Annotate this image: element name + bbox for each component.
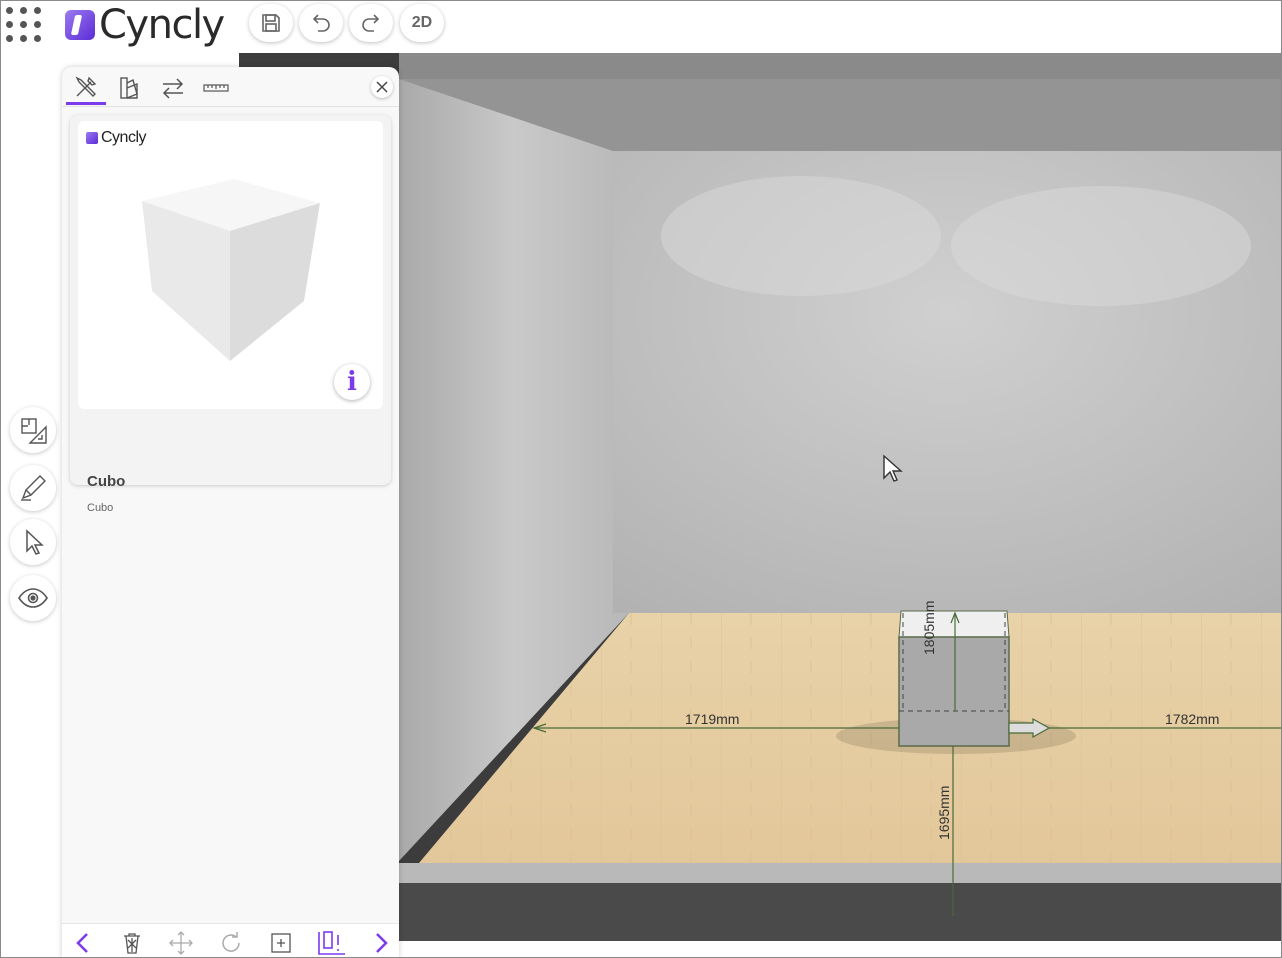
visibility-tool-button[interactable] [10,575,56,621]
logo-mark-icon [65,10,95,40]
info-button[interactable]: i [334,364,370,400]
add-item-button[interactable] [266,928,296,957]
dimension-height-label: 1805mm [921,600,937,655]
chevron-left-icon [76,933,88,953]
pencil-icon [21,475,46,501]
floorplan-tool-button[interactable] [10,407,56,453]
redo-icon [362,14,380,32]
cube-thumbnail [142,179,320,361]
apps-grid-icon[interactable] [4,5,44,45]
dimension-right-label: 1782mm [1165,711,1220,727]
palette-icon [120,77,138,99]
dimension-front-label: 1695mm [936,785,952,840]
tab-swap[interactable] [153,71,193,105]
draw-tool-button[interactable] [10,465,56,511]
close-panel-button[interactable] [371,76,393,98]
redo-button[interactable] [349,4,393,42]
floorplan-icon [21,418,47,444]
pointer-icon [26,529,44,555]
product-subtitle: Cubo [87,502,114,514]
cube-object[interactable] [898,610,1010,747]
next-button[interactable] [366,928,396,957]
move-button[interactable] [166,928,196,957]
top-bar: Cyncly 2D [1,1,1281,53]
app-window: Cyncly 2D 1719mm 1782mm 1805mm 1695mm Cy… [0,0,1282,958]
logo-mark-icon [86,132,98,144]
rotate-icon [222,932,240,952]
align-icon [318,931,345,955]
info-icon: i [347,367,357,397]
swap-icon [162,78,184,99]
trash-icon [124,933,140,954]
delete-button[interactable] [117,928,147,957]
tools-icon [75,75,97,97]
tab-tools[interactable] [66,71,106,105]
chevron-right-icon [376,933,388,953]
panel-tabs [62,67,399,107]
product-image: Cyncly i [78,121,383,409]
add-icon [271,933,291,953]
catalog-panel: Cyncly i Cubo Cubo [62,67,399,957]
select-tool-button[interactable] [10,519,56,565]
product-title: Cubo [87,473,126,490]
close-icon [376,81,388,93]
align-button[interactable] [314,928,350,957]
product-brand: Cyncly [101,129,147,146]
panel-action-bar [62,923,399,957]
mouse-cursor-icon [883,454,903,482]
brand-name: Cyncly [99,2,225,48]
move-icon [169,931,193,955]
undo-button[interactable] [299,4,343,42]
undo-icon [312,14,330,32]
dimension-left-label: 1719mm [685,711,740,727]
ruler-icon [203,84,229,92]
tab-materials[interactable] [110,71,150,105]
save-icon [262,14,280,32]
view-2d-button[interactable]: 2D [400,4,444,42]
product-brand-logo: Cyncly [86,129,147,147]
tab-measure[interactable] [196,71,236,105]
previous-button[interactable] [68,928,98,957]
rotate-button[interactable] [216,928,246,957]
save-button[interactable] [249,4,293,42]
eye-icon [18,588,48,608]
product-card[interactable]: Cyncly i Cubo Cubo [70,115,391,514]
brand-logo: Cyncly [65,2,225,48]
